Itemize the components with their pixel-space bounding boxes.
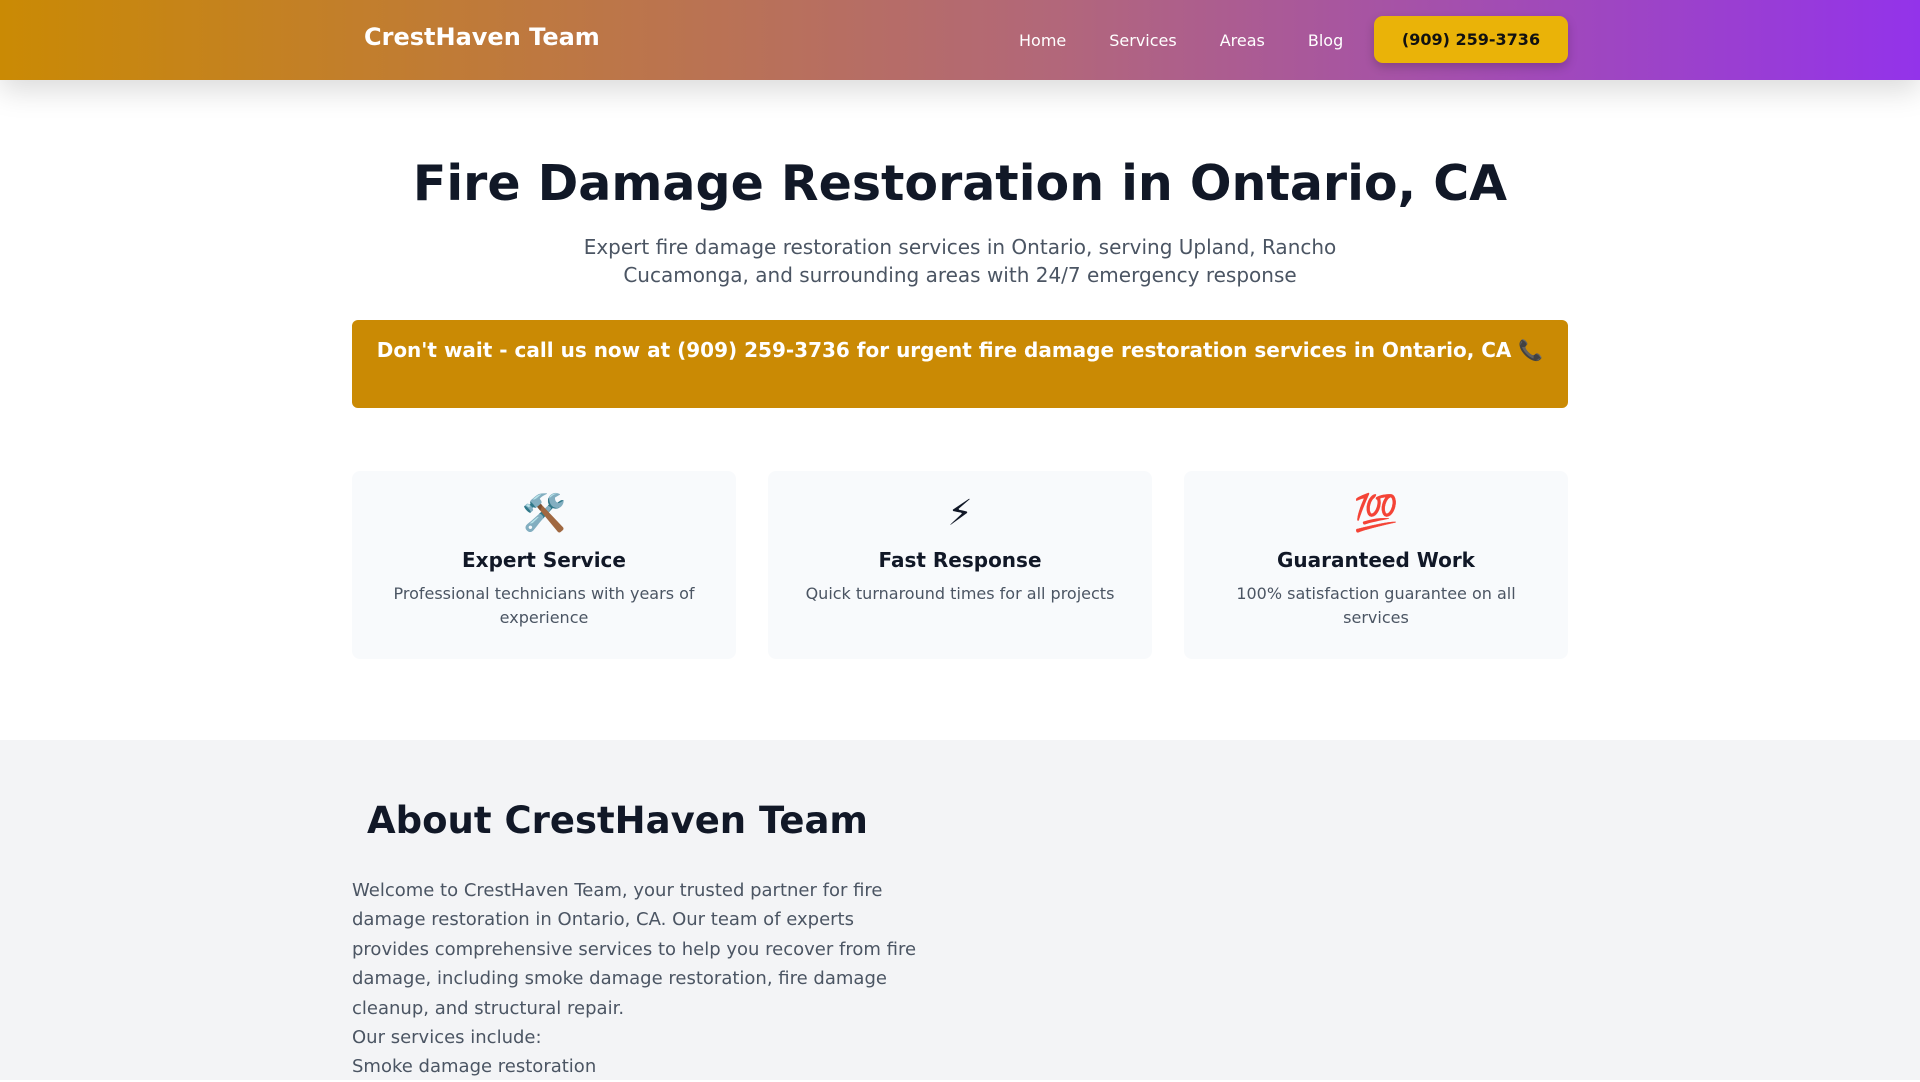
feature-text: Professional technicians with years of e… [393,584,695,627]
nav-blog[interactable]: Blog [1308,31,1343,50]
phone-call-button[interactable]: (909) 259-3736 [1374,16,1568,63]
about-section: About CrestHaven Team Welcome to CrestHa… [0,740,1920,1080]
feature-title: Expert Service [462,548,626,572]
feature-text: 100% satisfaction guarantee on all servi… [1236,584,1516,627]
feature-card-expert: 🛠️ Expert Service Professional technicia… [352,471,736,659]
about-paragraph: Welcome to CrestHaven Team, your trusted… [352,880,917,1019]
nav-home[interactable]: Home [1019,31,1066,50]
lightning-icon: ⚡ [947,493,973,534]
service-item: Smoke damage restoration [352,1056,597,1078]
hundred-icon: 💯 [1353,493,1399,534]
about-title: About CrestHaven Team [367,799,868,842]
services-intro: Our services include: [352,1027,542,1049]
main-nav: Home Services Areas Blog [1000,0,1386,80]
page-title: Fire Damage Restoration in Ontario, CA [412,155,1508,212]
feature-cards: 🛠️ Expert Service Professional technicia… [352,471,1568,659]
site-header: CrestHaven Team Home Services Areas Blog… [0,0,1920,80]
nav-areas[interactable]: Areas [1220,31,1265,50]
emergency-call-banner[interactable]: Don't wait - call us now at (909) 259-37… [352,320,1568,408]
feature-card-fast: ⚡ Fast Response Quick turnaround times f… [768,471,1152,659]
nav-services[interactable]: Services [1109,31,1176,50]
hero-subtitle: Expert fire damage restoration services … [583,235,1337,287]
feature-card-guaranteed: 💯 Guaranteed Work 100% satisfaction guar… [1184,471,1568,659]
feature-title: Fast Response [878,548,1042,572]
feature-title: Guaranteed Work [1277,548,1475,572]
tools-icon: 🛠️ [521,493,567,534]
feature-text: Quick turnaround times for all projects [805,584,1115,603]
brand-logo[interactable]: CrestHaven Team [364,23,600,51]
